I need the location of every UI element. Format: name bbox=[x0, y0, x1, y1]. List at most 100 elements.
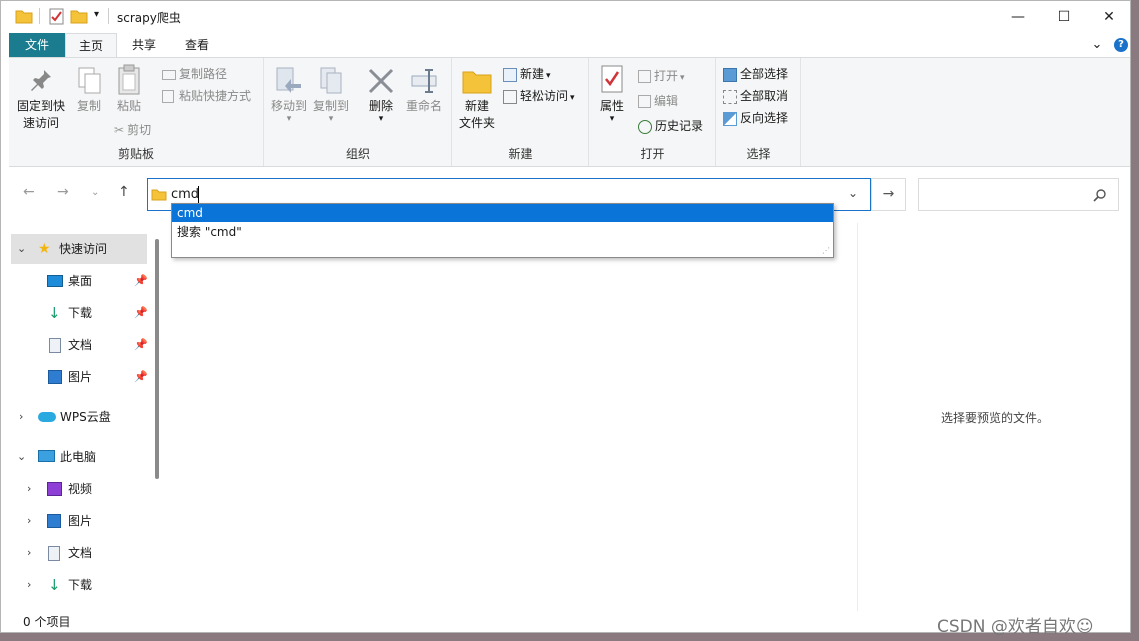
pin-icon[interactable]: 📌 bbox=[134, 330, 148, 360]
sidebar-label: 图片 bbox=[68, 514, 93, 528]
select-none-label: 全部取消 bbox=[740, 89, 789, 103]
scissors-icon: ✂ bbox=[114, 123, 125, 137]
pin-icon[interactable]: 📌 bbox=[134, 298, 148, 328]
history-label: 历史记录 bbox=[655, 119, 704, 133]
sidebar-item-quick-access[interactable]: ⌄ ★ 快速访问 bbox=[11, 234, 147, 264]
organize-group: 移动到 ▾ 复制到 ▾ 删除 ▾ 重命名 组织 bbox=[265, 58, 452, 166]
properties-check-icon[interactable] bbox=[49, 8, 65, 25]
move-to-dropdown-icon: ▾ bbox=[286, 114, 292, 124]
invert-selection-button[interactable]: 反向选择 bbox=[723, 108, 788, 128]
copy-path-icon bbox=[162, 69, 176, 80]
search-box[interactable] bbox=[918, 178, 1119, 211]
sidebar-label: 下载 bbox=[68, 578, 93, 592]
quick-access-dropdown-icon[interactable]: ▾ bbox=[94, 9, 99, 20]
new-folder-label-line1: 新建 bbox=[464, 99, 489, 113]
chevron-right-icon[interactable]: › bbox=[27, 506, 31, 536]
delete-button[interactable]: 删除 ▾ bbox=[361, 64, 401, 124]
sidebar-item-pictures[interactable]: 图片 📌 bbox=[1, 362, 151, 392]
paste-button[interactable]: 粘贴 bbox=[111, 64, 147, 115]
sidebar-label: 图片 bbox=[68, 370, 93, 384]
properties-label: 属性 bbox=[599, 99, 624, 113]
tab-share[interactable]: 共享 bbox=[121, 33, 167, 57]
sidebar-label: 文档 bbox=[68, 338, 93, 352]
cut-label: 剪切 bbox=[127, 123, 152, 137]
new-folder-button[interactable]: 新建 文件夹 bbox=[455, 64, 499, 132]
paste-shortcut-button[interactable]: 粘贴快捷方式 bbox=[162, 86, 251, 106]
copy-path-button[interactable]: 复制路径 bbox=[162, 64, 227, 84]
sidebar-item-pc-videos[interactable]: › 视频 bbox=[1, 474, 151, 504]
chevron-right-icon[interactable]: › bbox=[19, 402, 23, 432]
chevron-right-icon[interactable]: › bbox=[27, 474, 31, 504]
address-input[interactable]: cmd bbox=[171, 187, 199, 202]
forward-arrow-icon[interactable]: → bbox=[57, 184, 69, 200]
address-dropdown-icon[interactable]: ⌄ bbox=[848, 186, 858, 200]
go-arrow-button[interactable]: → bbox=[871, 178, 906, 211]
sidebar-item-documents[interactable]: 文档 📌 bbox=[1, 330, 151, 360]
easy-access-icon bbox=[503, 89, 517, 104]
new-item-button[interactable]: 新建 ▾ bbox=[503, 64, 551, 84]
new-folder-label-line2: 文件夹 bbox=[458, 116, 495, 130]
tab-view[interactable]: 查看 bbox=[173, 33, 221, 57]
file-list-area[interactable] bbox=[165, 231, 855, 611]
download-arrow-icon: ↓ bbox=[48, 576, 61, 594]
sidebar-label: 此电脑 bbox=[60, 450, 97, 464]
address-autocomplete: cmd 搜索 "cmd" ⋰ bbox=[171, 203, 834, 258]
cut-button[interactable]: ✂ 剪切 bbox=[114, 120, 151, 140]
sidebar-item-pc-downloads[interactable]: › ↓ 下载 bbox=[1, 570, 151, 600]
video-icon bbox=[47, 482, 62, 496]
rename-label: 重命名 bbox=[405, 99, 442, 113]
open-button[interactable]: 打开 ▾ bbox=[638, 66, 685, 86]
history-button[interactable]: 历史记录 bbox=[638, 116, 703, 136]
chevron-right-icon[interactable]: › bbox=[27, 570, 31, 600]
close-button[interactable]: ✕ bbox=[1086, 1, 1130, 33]
back-arrow-icon[interactable]: ← bbox=[23, 184, 35, 200]
document-icon bbox=[48, 546, 60, 561]
ribbon-expand-icon[interactable]: ⌄ bbox=[1089, 33, 1105, 57]
edit-button[interactable]: 编辑 bbox=[638, 91, 678, 111]
recent-locations-icon[interactable]: ⌄ bbox=[91, 187, 99, 198]
pin-label-line1: 固定到快 bbox=[16, 99, 65, 113]
ribbon: 固定到快 速访问 复制 粘贴 复制路径 粘贴快捷方式 ✂ 剪切 剪贴板 移动到 … bbox=[9, 57, 1130, 167]
autocomplete-item-search[interactable]: 搜索 "cmd" bbox=[172, 223, 833, 241]
open-icon bbox=[638, 70, 651, 83]
chevron-down-icon[interactable]: ⌄ bbox=[17, 234, 26, 264]
copy-to-button[interactable]: 复制到 ▾ bbox=[311, 64, 351, 124]
minimize-button[interactable]: — bbox=[995, 1, 1041, 33]
folder-icon bbox=[15, 10, 33, 24]
new-group-label: 新建 bbox=[508, 147, 533, 161]
new-folder-quick-icon[interactable] bbox=[70, 9, 88, 24]
autocomplete-item-cmd[interactable]: cmd bbox=[172, 204, 833, 222]
select-none-button[interactable]: 全部取消 bbox=[723, 86, 788, 106]
sidebar-item-pc-pictures[interactable]: › 图片 bbox=[1, 506, 151, 536]
copy-button[interactable]: 复制 bbox=[71, 64, 107, 115]
sidebar-label: 视频 bbox=[68, 482, 93, 496]
pin-icon[interactable]: 📌 bbox=[134, 266, 148, 296]
sidebar-label: 快速访问 bbox=[59, 242, 108, 256]
easy-access-button[interactable]: 轻松访问 ▾ bbox=[503, 86, 575, 106]
maximize-button[interactable]: ☐ bbox=[1041, 1, 1087, 33]
select-all-button[interactable]: 全部选择 bbox=[723, 64, 788, 84]
properties-button[interactable]: 属性 ▾ bbox=[594, 64, 630, 124]
sidebar-scrollbar[interactable] bbox=[155, 239, 159, 479]
chevron-right-icon[interactable]: › bbox=[27, 538, 31, 568]
sidebar-item-this-pc[interactable]: ⌄ 此电脑 bbox=[1, 442, 151, 472]
resize-grip-icon[interactable]: ⋰ bbox=[822, 246, 830, 255]
sidebar-item-downloads[interactable]: ↓ 下载 📌 bbox=[1, 298, 151, 328]
delete-label: 删除 bbox=[368, 99, 393, 113]
star-icon: ★ bbox=[38, 241, 51, 257]
sidebar-item-pc-documents[interactable]: › 文档 bbox=[1, 538, 151, 568]
tab-file[interactable]: 文件 bbox=[9, 33, 65, 57]
chevron-down-icon[interactable]: ⌄ bbox=[17, 442, 26, 472]
up-arrow-icon[interactable]: ↑ bbox=[118, 184, 130, 200]
rename-button[interactable]: 重命名 bbox=[403, 64, 445, 115]
move-to-button[interactable]: 移动到 ▾ bbox=[269, 64, 309, 124]
sidebar-item-desktop[interactable]: 桌面 📌 bbox=[1, 266, 151, 296]
tab-home[interactable]: 主页 bbox=[65, 33, 117, 58]
new-group: 新建 文件夹 新建 ▾ 轻松访问 ▾ 新建 bbox=[453, 58, 589, 166]
sidebar-item-wps[interactable]: › WPS云盘 bbox=[1, 402, 151, 432]
new-item-icon bbox=[503, 67, 517, 82]
select-all-icon bbox=[723, 67, 737, 82]
pin-quick-access-button[interactable]: 固定到快 速访问 bbox=[13, 64, 69, 132]
help-icon[interactable]: ? bbox=[1114, 38, 1128, 52]
pin-icon[interactable]: 📌 bbox=[134, 362, 148, 392]
